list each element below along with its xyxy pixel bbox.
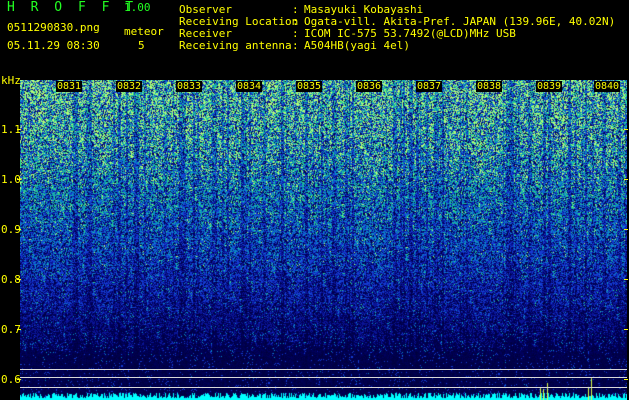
app-version: 1.00: [124, 1, 151, 14]
y-tick-mark: [17, 279, 21, 280]
reference-line: [20, 387, 627, 388]
y-tick-mark: [17, 229, 21, 230]
time-tick-label: 0837: [416, 81, 443, 92]
time-tick-label: 0832: [116, 81, 143, 92]
y-tick-mark: [624, 329, 628, 330]
y-tick-mark: [624, 279, 628, 280]
y-tick-mark: [624, 229, 628, 230]
time-tick-label: 0838: [476, 81, 503, 92]
time-tick-label: 0833: [176, 81, 203, 92]
time-tick-label: 0834: [236, 81, 263, 92]
capture-datetime: 05.11.29 08:30: [7, 39, 100, 52]
y-tick-mark: [17, 379, 21, 380]
file-name: 0511290830.png: [7, 21, 100, 34]
time-tick-label: 0831: [56, 81, 83, 92]
y-tick-mark: [624, 379, 628, 380]
meteor-label: meteor: [124, 25, 164, 38]
app-title: H R O F F T: [7, 0, 138, 15]
y-tick-mark: [624, 179, 628, 180]
reference-line: [20, 369, 627, 370]
y-tick-mark: [624, 129, 628, 130]
time-tick-label: 0836: [356, 81, 383, 92]
reference-line: [20, 377, 627, 378]
y-axis-unit: kHz: [1, 74, 21, 87]
antenna-value: A504HB(yagi 4el): [304, 39, 410, 52]
y-tick-mark: [17, 179, 21, 180]
y-tick-mark: [17, 129, 21, 130]
antenna-label: Receiving antenna: [179, 39, 292, 52]
time-tick-label: 0839: [536, 81, 563, 92]
time-tick-label: 0840: [594, 81, 621, 92]
spectrogram-display: [20, 80, 627, 400]
antenna-separator: :: [292, 39, 299, 52]
meteor-count: 5: [138, 39, 145, 52]
time-tick-label: 0835: [296, 81, 323, 92]
y-tick-mark: [17, 329, 21, 330]
